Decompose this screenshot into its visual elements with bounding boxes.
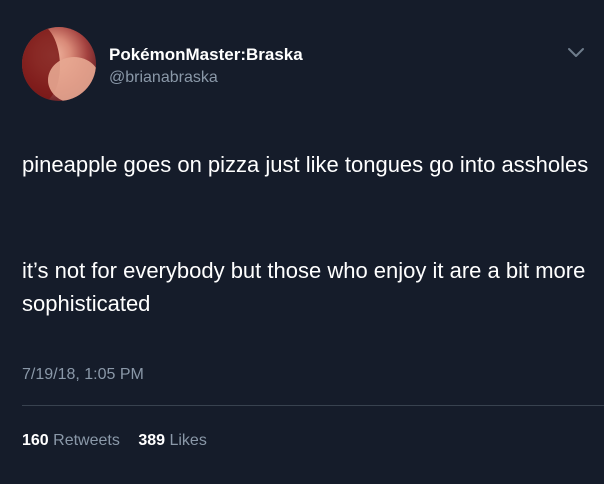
user-handle[interactable]: @brianabraska [109,69,218,87]
tweet-stats: 160 Retweets 389 Likes [22,432,221,450]
chevron-down-icon[interactable] [566,46,586,60]
likes-stat[interactable]: 389 Likes [138,432,207,450]
avatar-skin [48,57,96,101]
display-name[interactable]: PokémonMaster:Braska [109,45,303,65]
likes-label: Likes [169,432,207,449]
divider [22,405,604,406]
tweet-text-paragraph-1: pineapple goes on pizza just like tongue… [22,152,589,177]
avatar[interactable] [22,27,96,101]
tweet-text-paragraph-2: it’s not for everybody but those who enj… [22,258,586,316]
retweets-count: 160 [22,432,49,449]
likes-count: 389 [138,432,166,449]
tweet-timestamp[interactable]: 7/19/18, 1:05 PM [22,366,144,384]
tweet-card: PokémonMaster:Braska @brianabraska pinea… [0,0,604,484]
retweets-stat[interactable]: 160 Retweets [22,432,120,450]
retweets-label: Retweets [53,432,120,449]
